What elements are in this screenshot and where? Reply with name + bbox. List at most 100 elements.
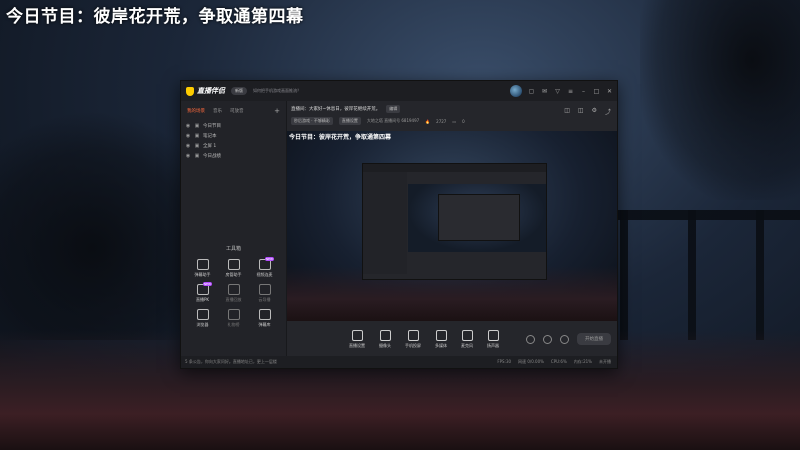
preview-overlay-title: 今日节目：彼岸花开荒，争取通第四幕 — [289, 134, 392, 141]
eye-icon[interactable]: ◉ — [185, 143, 191, 149]
settings-icon[interactable]: ⚙ — [592, 107, 597, 116]
tool-browser[interactable]: 浏览器 — [187, 309, 218, 328]
room-greeting: 直播间：大家好~休息日，彼岸花继续开荒。 — [291, 107, 381, 112]
viewer-count: 2727 — [436, 118, 447, 124]
webcam-button[interactable]: 摄像头 — [379, 329, 391, 349]
tool-room-manager[interactable]: 房管助手 — [218, 259, 249, 278]
tool-live-pk[interactable]: NEW 直播PK — [187, 282, 218, 303]
status-notice: 5 条公告，你向大家问好。直播地址已，更上一层楼 — [185, 359, 277, 364]
fire-icon: 🔥 — [425, 118, 431, 124]
eye-icon[interactable]: ◉ — [185, 123, 191, 129]
nested-controls — [408, 260, 546, 274]
chat-icon — [196, 259, 209, 270]
eye-icon[interactable]: ◉ — [185, 133, 191, 139]
phone-cast-button[interactable]: 手机投屏 — [405, 329, 421, 349]
webcam-icon — [379, 329, 391, 341]
add-scene-button[interactable]: + — [274, 107, 280, 115]
titlebar: 直播伴侣 新版 如何把手机游戏画面推流？ ▢ ✉ ▽ ≡ – □ ✕ — [181, 81, 617, 101]
scene-label: 今日战绩 — [203, 154, 221, 159]
share-icon[interactable]: ⤴ — [605, 107, 611, 116]
room-info-bar: 直播间：大家好~休息日，彼岸花继续开荒。 编辑 秒后游戏 · 不够精彩 直播设置… — [287, 101, 617, 135]
live-companion-window: 直播伴侣 新版 如何把手机游戏画面推流？ ▢ ✉ ▽ ≡ – □ ✕ 我的场景 … — [180, 80, 618, 369]
category-chip[interactable]: 秒后游戏 · 不够精彩 — [291, 117, 333, 125]
lock-icon[interactable]: ▣ — [194, 133, 200, 139]
download-icon — [227, 284, 240, 295]
like-icon: ▭ — [452, 118, 457, 124]
scene-item[interactable]: ◉ ▣ 笔记本 — [181, 131, 286, 141]
version-chip[interactable]: 新版 — [231, 87, 247, 95]
help-tip-link[interactable]: 如何把手机游戏画面推流？ — [253, 88, 301, 94]
stream-overlay-title: 今日节目：彼岸花开荒，争取通第四幕 — [6, 7, 304, 27]
scene-list: ◉ ▣ 今日节目 ◉ ▣ 笔记本 ◉ ▣ 全屏 1 ◉ ▣ 今日战绩 — [181, 121, 286, 161]
logo-icon — [186, 86, 194, 96]
record-icon[interactable]: ◫ — [564, 107, 570, 116]
tool-video-link[interactable]: NEW 视频连麦 — [249, 257, 280, 278]
status-mem: 内存:21% — [573, 359, 592, 364]
status-fps: FPS:30 — [497, 359, 512, 364]
live-settings-chip[interactable]: 直播设置 — [338, 117, 361, 125]
scene-item[interactable]: ◉ ▣ 今日战绩 — [181, 151, 286, 161]
scene-item[interactable]: ◉ ▣ 全屏 1 — [181, 141, 286, 151]
new-badge: NEW — [264, 257, 274, 261]
app-name: 直播伴侣 — [197, 87, 225, 95]
user-avatar[interactable] — [510, 85, 522, 97]
like-count: 0 — [462, 118, 465, 124]
room-id: 大地之塔 直播间号 6819497 — [366, 118, 420, 123]
mic-button[interactable]: 麦克风 — [461, 329, 473, 349]
background-tree-silhouette — [640, 0, 800, 200]
sidebar: 我的场景 音乐 司放音 + ◉ ▣ 今日节目 ◉ ▣ 笔记本 ◉ ▣ 全屏 1 … — [181, 101, 287, 356]
eye-icon[interactable]: ◉ — [185, 153, 191, 159]
media-button[interactable]: 多媒体 — [435, 329, 447, 349]
scene-item[interactable]: ◉ ▣ 今日节目 — [181, 121, 286, 131]
cloud-icon — [258, 284, 271, 295]
live-settings-button[interactable]: 直播设置 — [349, 329, 365, 349]
speaker-icon — [487, 329, 499, 341]
phone-icon — [407, 329, 419, 341]
tool-live-replay[interactable]: 直播回放 — [218, 284, 249, 303]
gift-board-icon — [227, 309, 240, 320]
media-icon — [435, 329, 447, 341]
status-bitrate: 网速 0/0.00% — [518, 359, 544, 364]
user-icon — [227, 259, 240, 270]
status-bar: 5 条公告，你向大家问好。直播地址已，更上一层楼 FPS:30 网速 0/0.0… — [181, 356, 617, 368]
maximize-icon[interactable]: □ — [593, 88, 600, 95]
lock-icon[interactable]: ▣ — [194, 143, 200, 149]
nested-window-capture — [362, 163, 547, 280]
scene-label: 笔记本 — [203, 134, 217, 139]
record-video-icon[interactable] — [526, 334, 535, 344]
speaker-button[interactable]: 扬声器 — [487, 329, 499, 349]
lock-icon[interactable]: ▣ — [194, 153, 200, 159]
gear-icon[interactable] — [560, 334, 569, 344]
gift-icon[interactable]: ▽ — [554, 88, 561, 95]
main-panel: 直播间：大家好~休息日，彼岸花继续开荒。 编辑 秒后游戏 · 不够精彩 直播设置… — [287, 101, 617, 356]
toolbox-title: 工具箱 — [225, 246, 241, 252]
info-tools: ◫ ◫ ⚙ ⤴ — [564, 107, 611, 116]
close-icon[interactable]: ✕ — [606, 88, 613, 95]
tool-gift-board[interactable]: 礼物榜 — [218, 309, 249, 328]
tool-danmaku-library[interactable]: 弹幕库 — [249, 309, 280, 328]
go-live-button[interactable]: 开始直播 — [577, 333, 611, 345]
status-cpu: CPU:6% — [550, 359, 567, 364]
tab-my-scenes[interactable]: 我的场景 — [187, 108, 205, 114]
minimize-icon[interactable]: – — [580, 88, 587, 95]
mail-icon[interactable]: ✉ — [541, 88, 548, 95]
eye-preview-icon[interactable] — [543, 334, 552, 344]
screenshot-icon[interactable]: ◫ — [578, 107, 584, 116]
tool-cloud-director[interactable]: 云导播 — [249, 284, 280, 303]
sidebar-tabs: 我的场景 音乐 司放音 + — [181, 101, 286, 115]
camera-icon — [351, 329, 363, 341]
scene-label: 全屏 1 — [203, 144, 217, 149]
edit-greeting-button[interactable]: 编辑 — [386, 105, 401, 113]
message-icon[interactable]: ▢ — [528, 88, 535, 95]
status-time: 未开播 — [599, 359, 611, 364]
nested-titlebar — [363, 164, 546, 172]
stream-preview[interactable]: 今日节目：彼岸花开荒，争取通第四幕 — [287, 131, 617, 321]
menu-icon[interactable]: ≡ — [567, 88, 574, 95]
titlebar-controls: ▢ ✉ ▽ ≡ – □ ✕ — [510, 85, 613, 97]
lock-icon[interactable]: ▣ — [194, 123, 200, 129]
nested-inner-window — [438, 194, 520, 241]
tab-music[interactable]: 音乐 — [213, 108, 222, 114]
tab-sound[interactable]: 司放音 — [230, 108, 244, 114]
tool-danmaku-assistant[interactable]: 弹幕助手 — [187, 259, 218, 278]
new-badge: NEW — [202, 282, 212, 286]
